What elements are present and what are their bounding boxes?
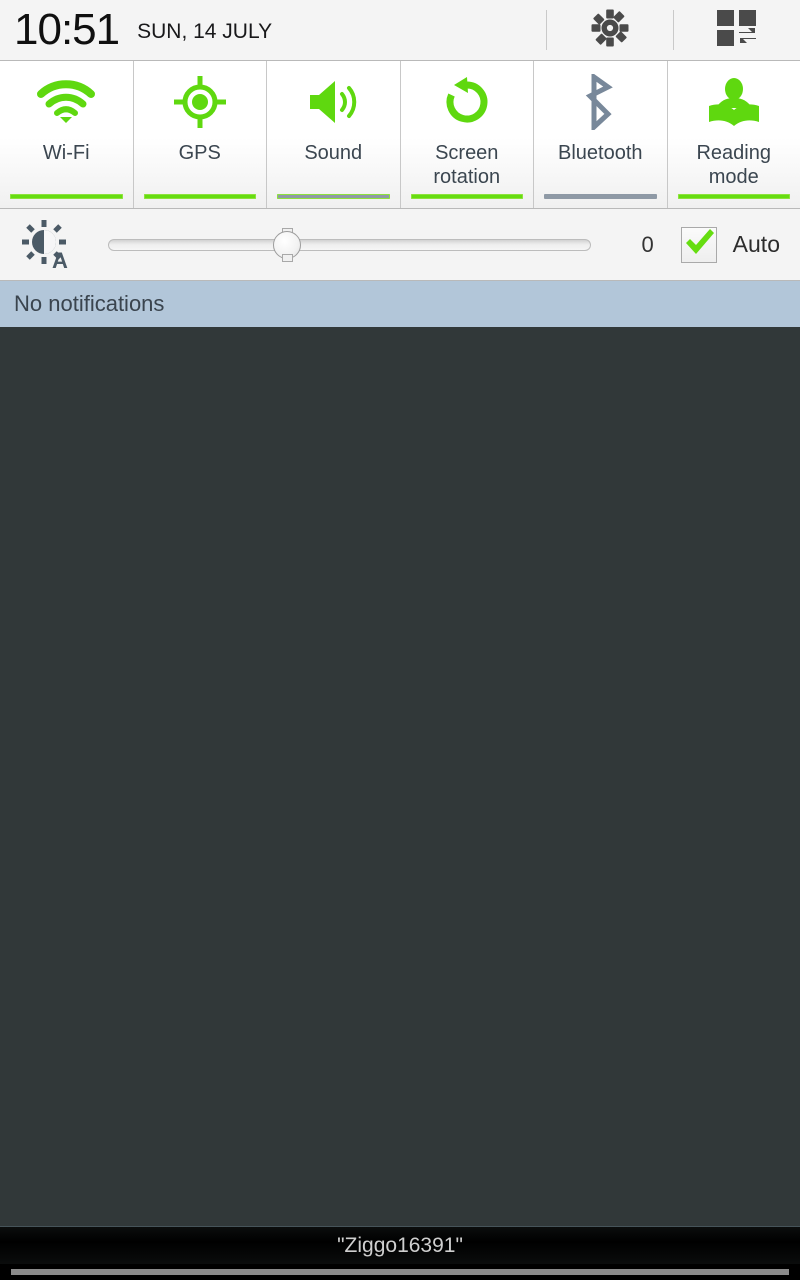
- quick-settings-grid-swap-icon: [715, 8, 759, 53]
- status-bar: 10:51 SUN, 14 JULY: [0, 0, 800, 61]
- notification-shade: 10:51 SUN, 14 JULY Wi-Fi GPS Sound Scree…: [0, 0, 800, 1280]
- shade-drag-handle-area[interactable]: [0, 1264, 800, 1280]
- auto-brightness-checkbox[interactable]: [680, 226, 717, 263]
- toggle-state-bar: [277, 194, 390, 199]
- slider-thumb[interactable]: [270, 227, 304, 262]
- brightness-row: A 0 Auto: [0, 209, 800, 281]
- svg-text:A: A: [52, 248, 68, 272]
- toggle-tile-label: Wi-Fi: [42, 142, 90, 164]
- toggle-state-bar: [410, 194, 523, 199]
- toggle-state-bar: [677, 194, 790, 199]
- auto-brightness-label: Auto: [732, 231, 780, 257]
- toggle-tile-label: Sound: [304, 142, 363, 164]
- toggle-state-bar: [143, 194, 256, 199]
- slider-thumb-nub-bottom: [281, 253, 293, 262]
- notifications-list-empty: [0, 329, 800, 1226]
- clock: 10:51: [14, 5, 120, 54]
- slider-track[interactable]: [108, 238, 591, 251]
- checkmark-icon: [685, 228, 714, 254]
- quick-toggles-row: Wi-Fi GPS Sound Screen rotation Bluetoot…: [0, 61, 800, 209]
- date-label: SUN, 14 JULY: [137, 20, 273, 43]
- toggle-tile-sound[interactable]: Sound: [267, 61, 401, 208]
- settings-button[interactable]: [547, 0, 673, 61]
- rotate-ccw-icon: [441, 63, 493, 141]
- wifi-icon: [35, 63, 97, 141]
- brightness-slider[interactable]: [96, 225, 605, 265]
- toggle-tile-reading-mode[interactable]: Reading mode: [667, 61, 800, 208]
- shade-drag-handle[interactable]: [11, 1269, 789, 1275]
- bluetooth-icon: [580, 63, 620, 141]
- toggle-state-bar: [10, 194, 123, 199]
- gear-icon: [588, 6, 632, 55]
- toggle-tile-wifi[interactable]: Wi-Fi: [0, 61, 134, 208]
- toggle-state-bar: [544, 194, 657, 199]
- toggle-tile-label: Bluetooth: [557, 142, 643, 164]
- toggle-tile-bluetooth[interactable]: Bluetooth: [534, 61, 668, 208]
- toggle-tile-label: Reading mode: [696, 142, 771, 188]
- reading-person-icon: [706, 63, 762, 141]
- gps-crosshair-icon: [171, 63, 229, 141]
- wifi-network-toast: "Ziggo16391": [0, 1226, 800, 1264]
- toggle-tile-label: Screen rotation: [433, 142, 501, 188]
- speaker-sound-icon: [304, 63, 362, 141]
- no-notifications-label: No notifications: [14, 291, 165, 316]
- wifi-network-name: "Ziggo16391": [337, 1233, 463, 1257]
- brightness-auto-icon: A: [0, 218, 96, 272]
- toggle-tile-label: GPS: [178, 142, 221, 164]
- toggle-tile-screen-rotation[interactable]: Screen rotation: [400, 61, 534, 208]
- notifications-header: No notifications: [0, 281, 800, 329]
- toggle-tile-gps[interactable]: GPS: [133, 61, 267, 208]
- quick-settings-toggle-button[interactable]: [674, 0, 800, 61]
- brightness-value: 0: [641, 231, 654, 257]
